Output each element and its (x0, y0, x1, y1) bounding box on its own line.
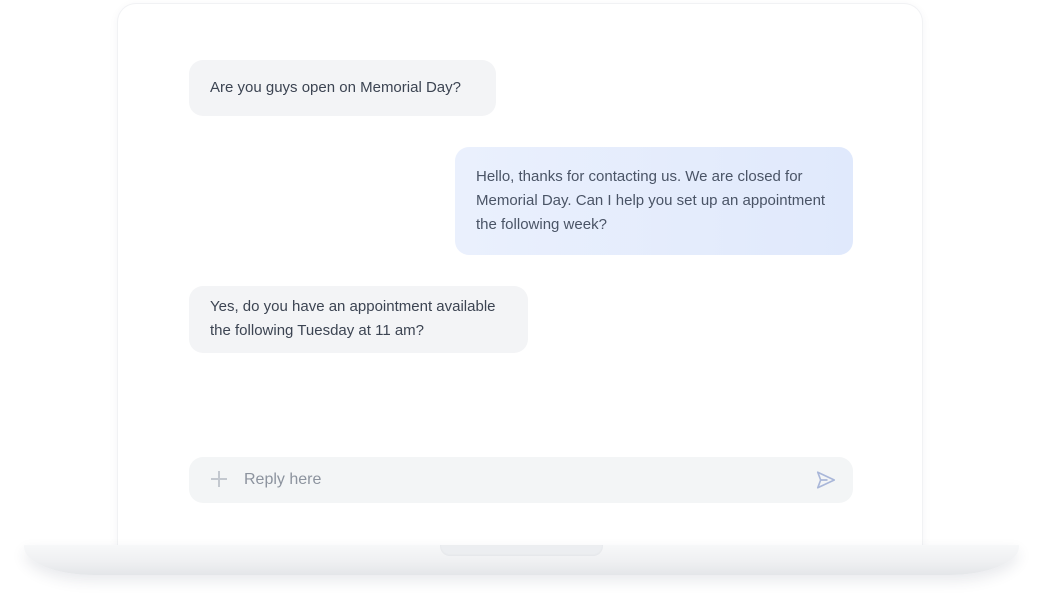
message-text: Are you guys open on Memorial Day? (210, 79, 461, 96)
incoming-message: Yes, do you have an appointment availabl… (189, 286, 528, 353)
message-text: Yes, do you have an appointment availabl… (210, 298, 496, 339)
outgoing-message: Hello, thanks for contacting us. We are … (455, 147, 853, 255)
laptop-base (24, 545, 1019, 575)
message-text: Hello, thanks for contacting us. We are … (476, 168, 826, 233)
laptop-notch (440, 545, 603, 556)
plus-icon[interactable] (211, 471, 227, 487)
reply-bar (189, 457, 853, 503)
laptop-mockup: Are you guys open on Memorial Day? Hello… (0, 0, 1044, 595)
reply-input[interactable] (244, 457, 784, 503)
incoming-message: Are you guys open on Memorial Day? (189, 60, 496, 116)
send-icon[interactable] (815, 469, 837, 491)
